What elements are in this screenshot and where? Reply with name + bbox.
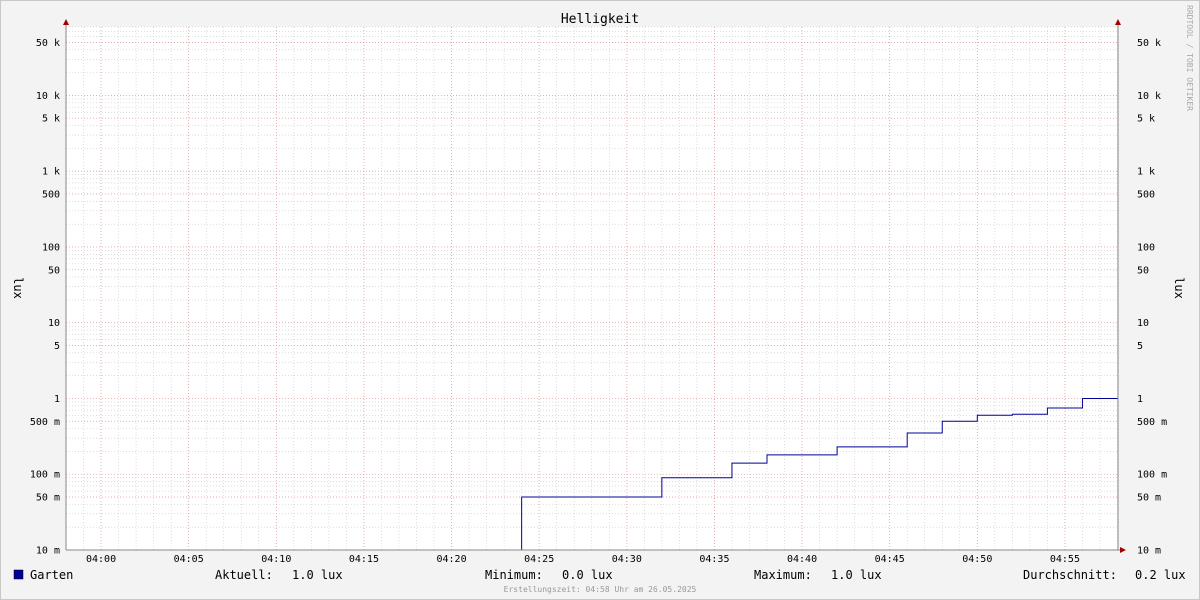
y-tick-labels-left: 10 m 50 m 100 m 500 m 1 5 10 50 100 500 1 k 5 k 10 k… [30, 38, 60, 557]
x-tick-label: 04:05 [174, 554, 204, 565]
x-tick-label: 04:00 [86, 554, 116, 565]
y-tick-label-right: 1 k [1137, 167, 1155, 178]
y-tick-label-right: 50 k [1137, 38, 1161, 49]
y-tick-label-right: 500 [1137, 189, 1155, 200]
y-axis-arrow-left [63, 19, 69, 25]
x-tick-labels: 04:00 04:05 04:10 04:15 04:20 04:25 04:30 04:35… [86, 554, 1080, 565]
y-tick-label-left: 5 [54, 341, 60, 352]
min-label: Minimum: [485, 568, 543, 582]
y-tick-label-right: 5 k [1137, 114, 1155, 125]
y-tick-label-right: 100 m [1137, 470, 1167, 481]
x-tick-label: 04:40 [787, 554, 817, 565]
x-tick-label: 04:20 [436, 554, 466, 565]
avg-label: Durchschnitt: [1023, 568, 1117, 582]
rrdtool-watermark: RRDTOOL / TOBI OETIKER [1185, 5, 1194, 111]
y-axis-label-right: lux [1172, 277, 1186, 299]
x-tick-label: 04:10 [261, 554, 291, 565]
x-tick-label: 04:50 [962, 554, 992, 565]
max-value: 1.0 lux [831, 568, 882, 582]
y-tick-label-right: 10 [1137, 318, 1149, 329]
current-label: Aktuell: [215, 568, 273, 582]
y-tick-label-left: 1 k [42, 167, 60, 178]
y-tick-label-left: 10 m [36, 546, 60, 557]
max-label: Maximum: [754, 568, 812, 582]
x-tick-label: 04:35 [699, 554, 729, 565]
y-tick-label-left: 10 [48, 318, 60, 329]
y-tick-label-left: 5 k [42, 114, 60, 125]
min-value: 0.0 lux [562, 568, 613, 582]
avg-value: 0.2 lux [1135, 568, 1186, 582]
y-tick-label-right: 10 k [1137, 91, 1161, 102]
y-axis-arrow-right [1115, 19, 1121, 25]
y-tick-label-left: 500 [42, 189, 60, 200]
y-tick-label-left: 100 [42, 242, 60, 253]
brightness-chart: 10 m 50 m 100 m 500 m 1 5 10 50 100 500 1 k 5 k 10 k… [11, 5, 1194, 594]
x-tick-label: 04:45 [875, 554, 905, 565]
y-tick-label-right: 100 [1137, 242, 1155, 253]
x-axis-arrow [1120, 547, 1126, 553]
legend-swatch [13, 569, 24, 580]
current-value: 1.0 lux [292, 568, 343, 582]
chart-title: Helligkeit [561, 12, 639, 27]
y-axis-label-left: lux [11, 277, 25, 299]
y-tick-label-right: 5 [1137, 341, 1143, 352]
y-tick-label-right: 1 [1137, 394, 1143, 405]
y-tick-label-left: 50 m [36, 493, 60, 504]
y-tick-label-left: 500 m [30, 417, 60, 428]
y-tick-labels-right: 10 m 50 m 100 m 500 m 1 5 10 50 100 500 1 k 5 k 10 k… [1137, 38, 1167, 557]
y-tick-label-left: 50 [48, 265, 60, 276]
y-tick-label-left: 100 m [30, 470, 60, 481]
x-tick-label: 04:30 [612, 554, 642, 565]
x-tick-label: 04:55 [1050, 554, 1080, 565]
y-tick-label-right: 50 [1137, 265, 1149, 276]
y-tick-label-left: 50 k [36, 38, 60, 49]
minor-grid-x [65, 27, 1118, 550]
y-tick-label-right: 10 m [1137, 546, 1161, 557]
x-tick-label: 04:25 [524, 554, 554, 565]
y-tick-label-right: 500 m [1137, 417, 1167, 428]
y-tick-label-left: 1 [54, 394, 60, 405]
legend-series-name: Garten [30, 568, 73, 582]
y-tick-label-left: 10 k [36, 91, 60, 102]
y-tick-label-right: 50 m [1137, 493, 1161, 504]
creation-time-footer: Erstellungszeit: 04:58 Uhr am 26.05.2025 [504, 585, 697, 594]
x-tick-label: 04:15 [349, 554, 379, 565]
